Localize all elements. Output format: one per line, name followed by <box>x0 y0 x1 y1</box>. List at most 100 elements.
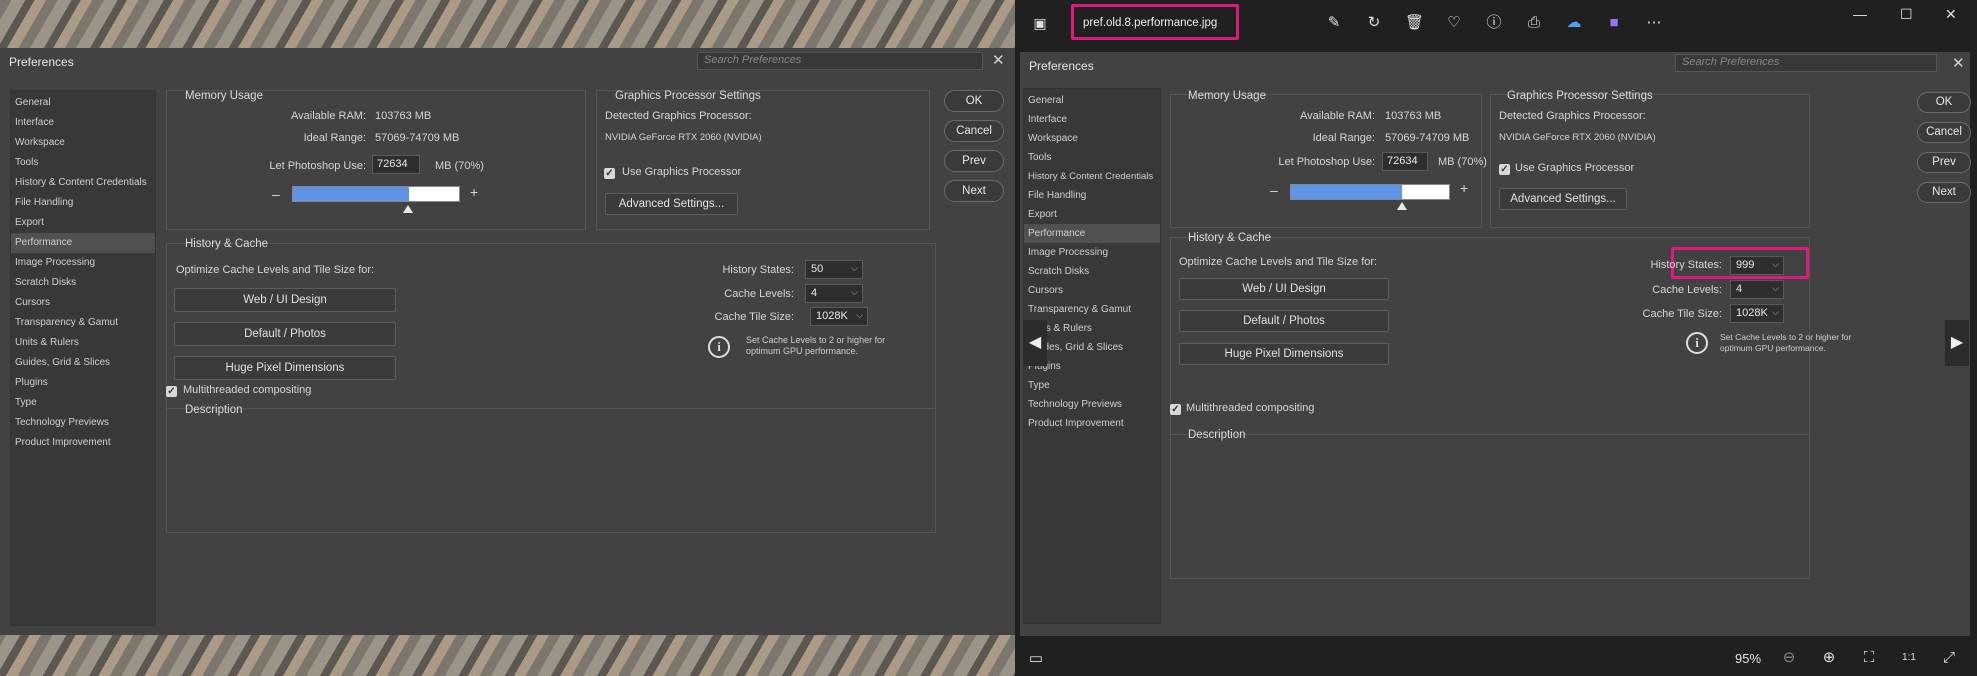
available-ram-value: 103763 MB <box>375 110 432 122</box>
zoom-in-icon[interactable]: ⊕ <box>1820 649 1838 667</box>
sidebar-item[interactable]: Product Improvement <box>1024 414 1160 433</box>
next-button[interactable]: Next <box>944 180 1004 202</box>
sidebar-item-selected[interactable]: Performance <box>11 233 155 253</box>
memory-slider-thumb[interactable] <box>403 205 413 213</box>
print-icon[interactable]: ⎙ <box>1525 14 1543 32</box>
info-icon[interactable]: ⓘ <box>1485 14 1503 32</box>
sidebar-item[interactable]: Product Improvement <box>11 433 155 453</box>
prev-button[interactable]: Prev <box>944 150 1004 172</box>
sidebar-item[interactable]: Tools <box>11 153 155 173</box>
sidebar-item[interactable]: Transparency & Gamut <box>1024 300 1160 319</box>
optimize-label: Optimize Cache Levels and Tile Size for: <box>1179 256 1378 268</box>
actual-size-icon[interactable]: 1:1 <box>1900 649 1918 667</box>
cache-levels-select[interactable]: 4 ⌵ <box>805 284 863 303</box>
sidebar-item[interactable]: Export <box>1024 205 1160 224</box>
description-panel <box>1170 434 1810 579</box>
memory-minus-button[interactable]: – <box>272 186 280 202</box>
sidebar-item[interactable]: Workspace <box>11 133 155 153</box>
edit-icon[interactable]: ✎ <box>1325 14 1343 32</box>
memory-slider[interactable] <box>292 186 460 202</box>
close-icon[interactable]: ✕ <box>1952 54 1965 72</box>
sidebar-item[interactable]: Tools <box>1024 148 1160 167</box>
sidebar-item[interactable]: Image Processing <box>11 253 155 273</box>
next-image-arrow[interactable]: ▶ <box>1945 320 1969 366</box>
minimize-icon[interactable]: — <box>1853 6 1867 22</box>
sidebar-item[interactable]: Units & Rulers <box>11 333 155 353</box>
maximize-icon[interactable]: ☐ <box>1900 6 1913 23</box>
sidebar-item[interactable]: Technology Previews <box>11 413 155 433</box>
ok-button[interactable]: OK <box>944 90 1004 112</box>
cache-tile-size-select[interactable]: 1028K ⌵ <box>810 307 868 326</box>
cache-levels-select[interactable]: 4 ⌵ <box>1730 280 1784 299</box>
sidebar-item-selected[interactable]: Performance <box>1024 224 1160 243</box>
clipchamp-icon[interactable]: ■ <box>1605 14 1623 32</box>
close-icon[interactable]: ✕ <box>992 51 1005 69</box>
search-preferences-input[interactable]: Search Preferences <box>697 52 983 70</box>
prev-button[interactable]: Prev <box>1917 152 1971 173</box>
fullscreen-icon[interactable]: ⤢ <box>1940 649 1958 667</box>
default-photos-button[interactable]: Default / Photos <box>174 322 396 346</box>
history-states-select[interactable]: 50 ⌵ <box>805 260 863 279</box>
multithreaded-label: Multithreaded compositing <box>183 384 312 396</box>
memory-use-input[interactable]: 72634 <box>372 155 420 174</box>
cloud-off-icon[interactable]: ☁ <box>1565 14 1583 32</box>
fit-window-icon[interactable]: ⛶ <box>1860 649 1878 667</box>
web-ui-design-button[interactable]: Web / UI Design <box>1179 278 1389 300</box>
sidebar-item[interactable]: History & Content Credentials <box>1024 167 1160 186</box>
sidebar-item[interactable]: Transparency & Gamut <box>11 313 155 333</box>
memory-slider-thumb[interactable] <box>1397 202 1407 210</box>
close-window-icon[interactable]: ✕ <box>1945 6 1957 23</box>
previous-image-arrow[interactable]: ◀ <box>1023 320 1047 366</box>
sidebar-item[interactable]: Scratch Disks <box>1024 262 1160 281</box>
multithreaded-checkbox[interactable]: ✓ <box>166 386 177 397</box>
ok-button[interactable]: OK <box>1917 92 1971 113</box>
sidebar-item[interactable]: Type <box>1024 376 1160 395</box>
memory-use-input[interactable]: 72634 <box>1382 152 1428 171</box>
memory-plus-button[interactable]: + <box>1460 180 1468 196</box>
filmstrip-icon[interactable]: ▭ <box>1027 650 1045 668</box>
sidebar-item[interactable]: Interface <box>1024 110 1160 129</box>
default-photos-button[interactable]: Default / Photos <box>1179 310 1389 332</box>
favorite-icon[interactable]: ♡ <box>1445 14 1463 32</box>
history-states-select[interactable]: 999 ⌵ <box>1730 256 1784 275</box>
sidebar-item[interactable]: Image Processing <box>1024 243 1160 262</box>
sidebar-item[interactable]: Plugins <box>11 373 155 393</box>
ideal-range-label: Ideal Range: <box>1312 132 1375 144</box>
sidebar-item[interactable]: Scratch Disks <box>11 273 155 293</box>
more-icon[interactable]: ⋯ <box>1645 14 1663 32</box>
sidebar-item[interactable]: Cursors <box>11 293 155 313</box>
sidebar-item[interactable]: General <box>11 93 155 113</box>
sidebar-item[interactable]: Type <box>11 393 155 413</box>
sidebar-item[interactable]: Workspace <box>1024 129 1160 148</box>
memory-slider[interactable] <box>1290 184 1450 200</box>
delete-icon[interactable]: 🗑 <box>1405 14 1424 32</box>
sidebar-item[interactable]: Cursors <box>1024 281 1160 300</box>
sidebar-item[interactable]: History & Content Credentials <box>11 173 155 193</box>
advanced-settings-button[interactable]: Advanced Settings... <box>1499 188 1627 210</box>
cache-tile-size-select[interactable]: 1028K ⌵ <box>1730 304 1784 323</box>
cancel-button[interactable]: Cancel <box>944 120 1004 142</box>
memory-plus-button[interactable]: + <box>470 184 478 200</box>
advanced-settings-button[interactable]: Advanced Settings... <box>605 193 738 215</box>
sidebar-item[interactable]: Technology Previews <box>1024 395 1160 414</box>
huge-pixel-dimensions-button[interactable]: Huge Pixel Dimensions <box>174 356 396 380</box>
sidebar-item[interactable]: Export <box>11 213 155 233</box>
huge-pixel-dimensions-button[interactable]: Huge Pixel Dimensions <box>1179 343 1389 365</box>
sidebar-item[interactable]: Guides, Grid & Slices <box>11 353 155 373</box>
sidebar-item[interactable]: Interface <box>11 113 155 133</box>
cancel-button[interactable]: Cancel <box>1917 122 1971 143</box>
rotate-icon[interactable]: ↻ <box>1365 14 1383 32</box>
multithreaded-checkbox[interactable]: ✓ <box>1170 404 1181 415</box>
ideal-range-value: 57069-74709 MB <box>375 132 460 144</box>
sidebar-item[interactable]: General <box>1024 91 1160 110</box>
use-gpu-checkbox[interactable]: ✓ <box>604 168 615 179</box>
sidebar-item[interactable]: File Handling <box>11 193 155 213</box>
web-ui-design-button[interactable]: Web / UI Design <box>174 288 396 312</box>
use-gpu-checkbox[interactable]: ✓ <box>1499 164 1510 175</box>
sidebar-item[interactable]: File Handling <box>1024 186 1160 205</box>
memory-minus-button[interactable]: – <box>1270 182 1278 198</box>
gallery-icon[interactable]: ▣ <box>1031 14 1049 32</box>
search-preferences-input[interactable]: Search Preferences <box>1675 54 1937 72</box>
zoom-out-icon[interactable]: ⊖ <box>1780 649 1798 667</box>
next-button[interactable]: Next <box>1917 182 1971 203</box>
